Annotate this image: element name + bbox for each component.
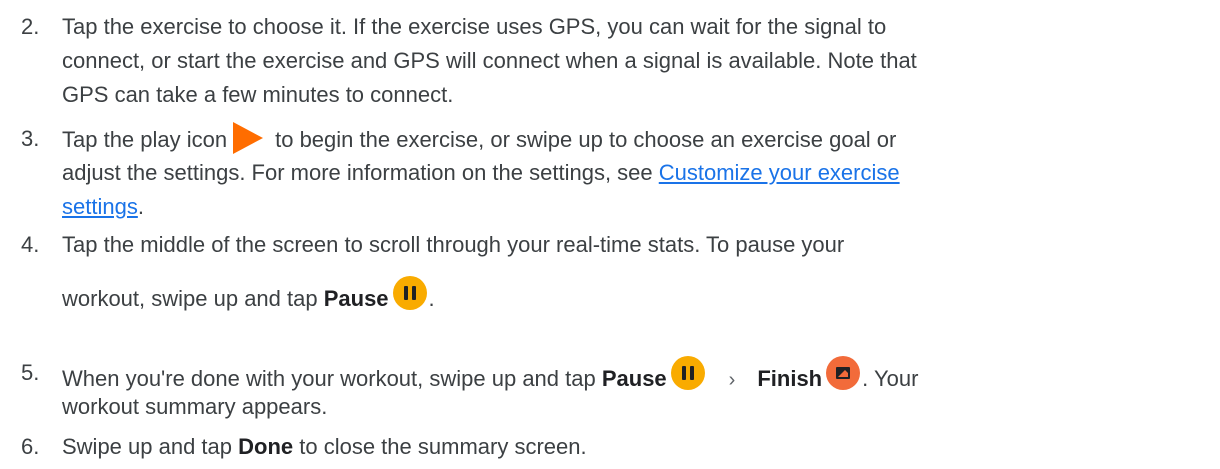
- finish-label: Finish: [757, 366, 823, 391]
- step-text-line: settings.: [62, 190, 1202, 224]
- step-text: Swipe up and tap Done to close the summa…: [62, 430, 1202, 464]
- step-text-line: connect, or start the exercise and GPS w…: [62, 48, 917, 73]
- step-text-segment: .: [137, 194, 144, 219]
- play-icon: [233, 122, 264, 154]
- step-number: 5.: [21, 360, 40, 385]
- step-number: 2.: [21, 14, 40, 39]
- step-text-segment: to begin the exercise, or swipe up to ch…: [275, 127, 897, 152]
- step-text-segment: When you're done with your workout, swip…: [62, 366, 602, 391]
- step-text: Tap the exercise to choose it. If the ex…: [62, 10, 1202, 112]
- step-text-line: Tap the middle of the screen to scroll t…: [62, 232, 845, 257]
- step-text-line: Tap the play icon to begin the exercise, …: [62, 122, 1202, 156]
- step-text: Tap the middle of the screen to scroll t…: [62, 228, 1202, 311]
- step-text-segment: .: [428, 286, 435, 311]
- step-text-segment: workout, swipe up and tap: [62, 286, 324, 311]
- finish-icon: [826, 356, 861, 390]
- step-text-segment: adjust the settings. For more informatio…: [62, 160, 659, 185]
- step-text-segment: to close the summary screen.: [293, 434, 587, 459]
- customize-settings-link-continued[interactable]: settings: [62, 194, 138, 219]
- step-text: When you're done with your workout, swip…: [62, 356, 1202, 424]
- customize-settings-link[interactable]: Customize your exercise: [659, 160, 900, 185]
- step-number: 4.: [21, 232, 40, 257]
- step-text-segment: Swipe up and tap: [62, 434, 239, 459]
- step-text-line: Tap the exercise to choose it. If the ex…: [62, 14, 887, 39]
- step-text-segment: . Your: [862, 366, 919, 391]
- pause-label: Pause: [601, 366, 667, 391]
- step-text-line: Swipe up and tap Done to close the summa…: [62, 430, 1202, 464]
- step-text-line: workout, swipe up and tap Pause .: [62, 276, 1202, 311]
- done-label: Done: [238, 434, 294, 459]
- step-number: 6.: [21, 434, 40, 459]
- pause-label: Pause: [323, 286, 389, 311]
- pause-icon: [670, 356, 705, 390]
- step-text-line: When you're done with your workout, swip…: [62, 356, 1202, 391]
- step-text-line: GPS can take a few minutes to connect.: [62, 82, 454, 107]
- step-text: Tap the play icon to begin the exercise, …: [62, 122, 1202, 224]
- pause-icon: [392, 276, 427, 310]
- step-text-segment: Tap the play icon: [62, 127, 228, 152]
- chevron-right-icon: ›: [728, 369, 736, 391]
- step-number: 3.: [21, 126, 40, 151]
- step-text-line: adjust the settings. For more informatio…: [62, 156, 1202, 190]
- step-text-line: workout summary appears.: [62, 394, 328, 419]
